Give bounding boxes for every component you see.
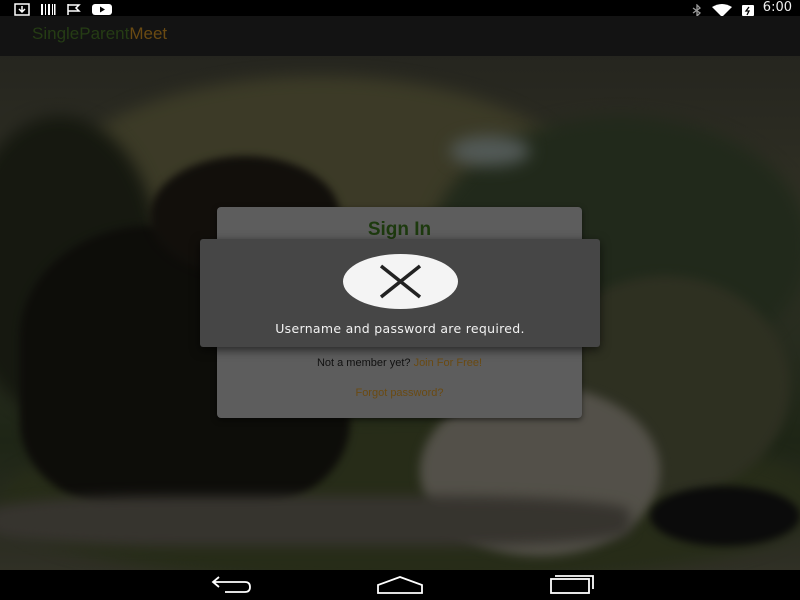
back-icon[interactable] <box>205 575 255 595</box>
forgot-password-link[interactable]: Forgot password? <box>217 387 582 399</box>
flag-icon <box>66 1 82 15</box>
status-clock: 6:00 <box>762 0 792 15</box>
error-dialog: Username and password are required. <box>200 239 600 347</box>
status-bar: 6:00 <box>0 0 800 18</box>
signin-title: Sign In <box>367 219 432 240</box>
status-icons-right: 6:00 <box>691 0 792 18</box>
nav-bar <box>0 570 800 600</box>
status-icons-left <box>14 1 112 16</box>
download-icon <box>14 1 30 16</box>
recents-icon[interactable] <box>545 575 595 595</box>
app-title-part1: SingleParent <box>32 24 130 43</box>
bluetooth-icon <box>691 2 703 18</box>
not-member-text: Not a member yet? <box>316 357 411 369</box>
youtube-icon <box>92 1 112 15</box>
barcode-icon <box>40 1 56 15</box>
app-title-part2: Meet <box>129 24 168 43</box>
error-message: Username and password are required. <box>275 321 525 336</box>
join-link[interactable]: Join For Free! <box>414 357 482 369</box>
x-icon <box>379 264 422 299</box>
battery-icon <box>741 2 755 16</box>
home-icon[interactable] <box>375 575 425 595</box>
app-logo: SingleParentMeet <box>32 24 167 44</box>
app-bar: SingleParentMeet <box>0 16 800 56</box>
error-badge <box>343 254 458 309</box>
wifi-icon <box>711 2 733 17</box>
member-line: Not a member yet? Join For Free! <box>217 357 582 369</box>
